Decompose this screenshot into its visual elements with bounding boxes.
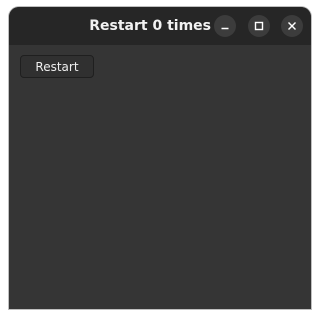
app-window: Restart 0 times Restart xyxy=(9,7,311,309)
maximize-button[interactable] xyxy=(248,15,270,37)
minimize-icon xyxy=(221,27,229,30)
close-icon xyxy=(288,22,296,30)
window-title: Restart 0 times xyxy=(89,18,211,34)
title-bar[interactable]: Restart 0 times xyxy=(9,7,311,45)
close-button[interactable] xyxy=(281,15,303,37)
restart-button[interactable]: Restart xyxy=(20,55,94,78)
window-content: Restart xyxy=(9,45,311,309)
minimize-button[interactable] xyxy=(214,15,236,37)
maximize-icon xyxy=(254,21,264,31)
